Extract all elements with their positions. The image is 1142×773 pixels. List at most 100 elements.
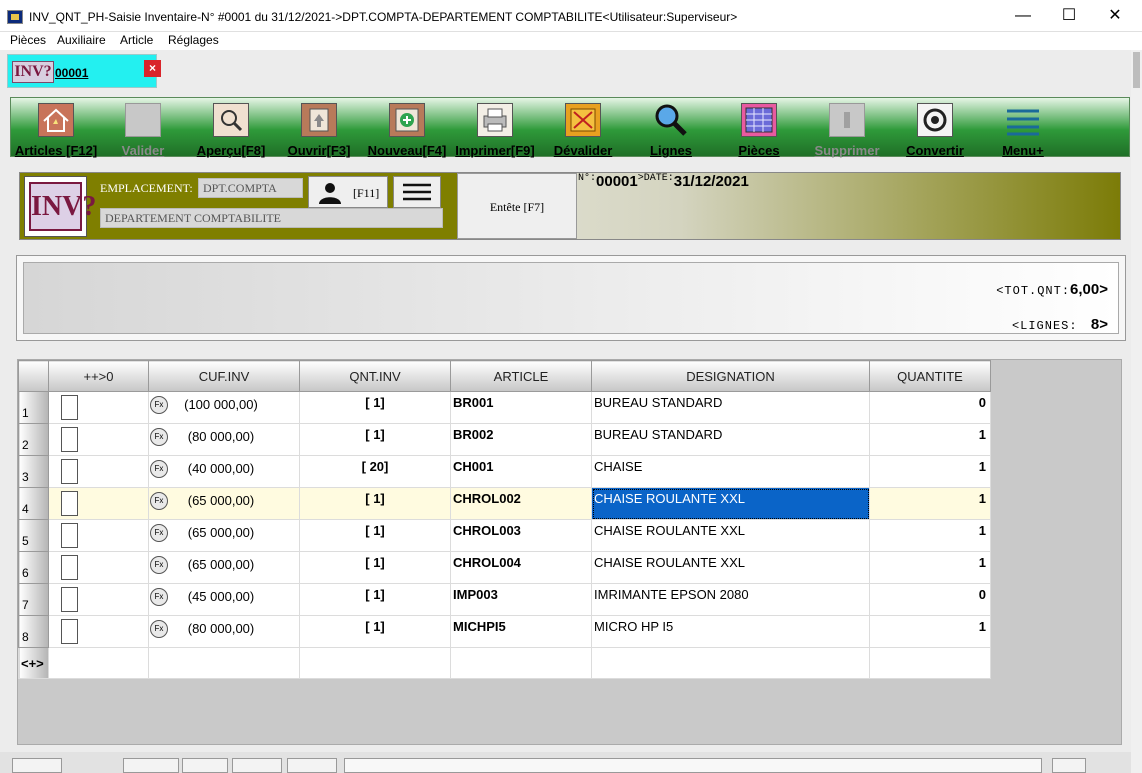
row-checkbox[interactable]: [61, 523, 78, 548]
menu-reglages[interactable]: Réglages: [168, 33, 219, 47]
quantite-cell[interactable]: 0: [869, 583, 991, 616]
minimize-button[interactable]: —: [1000, 0, 1046, 32]
article-cell[interactable]: BR002: [450, 423, 592, 456]
article-cell[interactable]: CHROL003: [450, 519, 592, 552]
qnt-inv-cell[interactable]: [ 1]: [299, 551, 451, 584]
document-tab-number[interactable]: 00001: [55, 66, 88, 80]
bottom-button-3[interactable]: [182, 758, 228, 773]
designation-cell[interactable]: CHAISE ROULANTE XXL: [591, 551, 870, 584]
qnt-inv-cell[interactable]: [ 1]: [299, 391, 451, 424]
table-row[interactable]: 3 Fx (40 000,00) [ 20] CH001 CHAISE 1: [18, 455, 991, 488]
add-row-button[interactable]: <+>: [18, 647, 49, 679]
cuf-inv-cell[interactable]: Fx (65 000,00): [148, 519, 300, 552]
quantite-cell[interactable]: 1: [869, 423, 991, 456]
article-cell[interactable]: IMP003: [450, 583, 592, 616]
designation-cell[interactable]: CHAISE ROULANTE XXL: [591, 487, 870, 520]
quantite-cell[interactable]: 1: [869, 519, 991, 552]
qnt-inv-cell[interactable]: [ 20]: [299, 455, 451, 488]
maximize-button[interactable]: ☐: [1046, 0, 1092, 32]
designation-cell[interactable]: BUREAU STANDARD: [591, 391, 870, 424]
fx-icon[interactable]: Fx: [150, 588, 168, 606]
ouvrir-button[interactable]: Ouvrir[F3]: [279, 103, 359, 158]
designation-cell[interactable]: IMRIMANTE EPSON 2080: [591, 583, 870, 616]
devalider-button[interactable]: Dévalider: [543, 103, 623, 158]
scrollbar-thumb[interactable]: [1133, 52, 1140, 88]
table-row[interactable]: 1 Fx (100 000,00) [ 1] BR001 BUREAU STANDARD 0: [18, 391, 991, 424]
column-header-designation[interactable]: DESIGNATION: [591, 360, 870, 392]
bottom-button-4[interactable]: [232, 758, 282, 773]
row-checkbox[interactable]: [61, 587, 78, 612]
menu-auxiliaire[interactable]: Auxiliaire: [57, 33, 106, 47]
emplacement-description-field[interactable]: DEPARTEMENT COMPTABILITE: [100, 208, 443, 228]
bottom-input[interactable]: [344, 758, 1042, 773]
row-number[interactable]: 8: [18, 615, 49, 648]
cuf-inv-cell[interactable]: Fx (65 000,00): [148, 487, 300, 520]
table-row[interactable]: 7 Fx (45 000,00) [ 1] IMP003 IMRIMANTE EPSON …: [18, 583, 991, 616]
fx-icon[interactable]: Fx: [150, 556, 168, 574]
cuf-inv-cell[interactable]: Fx (45 000,00): [148, 583, 300, 616]
qnt-inv-cell[interactable]: [ 1]: [299, 519, 451, 552]
lignes-button[interactable]: Lignes: [631, 103, 711, 158]
row-number[interactable]: 7: [18, 583, 49, 616]
designation-cell[interactable]: CHAISE: [591, 455, 870, 488]
header-menu-button[interactable]: [393, 176, 441, 208]
menu-article[interactable]: Article: [120, 33, 153, 47]
row-number[interactable]: 6: [18, 551, 49, 584]
designation-cell[interactable]: MICRO HP I5: [591, 615, 870, 648]
valider-button[interactable]: Valider: [103, 103, 183, 158]
close-window-button[interactable]: ✕: [1092, 0, 1138, 32]
column-header-toggle[interactable]: ++>0: [48, 360, 149, 392]
barcode-button[interactable]: [287, 758, 337, 773]
bottom-slider-button[interactable]: [1052, 758, 1086, 773]
supprimer-button[interactable]: Supprimer: [807, 103, 887, 158]
article-cell[interactable]: BR001: [450, 391, 592, 424]
emplacement-field[interactable]: DPT.COMPTA: [198, 178, 303, 198]
cuf-inv-cell[interactable]: Fx (65 000,00): [148, 551, 300, 584]
qnt-inv-cell[interactable]: [ 1]: [299, 583, 451, 616]
fx-icon[interactable]: Fx: [150, 428, 168, 446]
table-row[interactable]: 6 Fx (65 000,00) [ 1] CHROL004 CHAISE ROULANT…: [18, 551, 991, 584]
apercu-button[interactable]: Aperçu[F8]: [191, 103, 271, 158]
row-checkbox[interactable]: [61, 395, 78, 420]
column-header-cuf-inv[interactable]: CUF.INV: [148, 360, 300, 392]
row-checkbox[interactable]: [61, 491, 78, 516]
fx-icon[interactable]: Fx: [150, 396, 168, 414]
menu-pieces[interactable]: Pièces: [10, 33, 46, 47]
convertir-button[interactable]: Convertir: [895, 103, 975, 158]
fx-icon[interactable]: Fx: [150, 524, 168, 542]
qnt-inv-cell[interactable]: [ 1]: [299, 615, 451, 648]
qnt-inv-cell[interactable]: [ 1]: [299, 487, 451, 520]
cuf-inv-cell[interactable]: Fx (40 000,00): [148, 455, 300, 488]
article-cell[interactable]: CHROL002: [450, 487, 592, 520]
entete-button[interactable]: Entête [F7]: [457, 173, 577, 239]
row-checkbox[interactable]: [61, 619, 78, 644]
quantite-cell[interactable]: 1: [869, 551, 991, 584]
imprimer-button[interactable]: Imprimer[F9]: [455, 103, 535, 158]
close-tab-icon[interactable]: ×: [144, 60, 161, 77]
row-number[interactable]: 5: [18, 519, 49, 552]
quantite-cell[interactable]: 0: [869, 391, 991, 424]
column-header-quantite[interactable]: QUANTITE: [869, 360, 991, 392]
pieces-button[interactable]: Pièces: [719, 103, 799, 158]
row-number[interactable]: 2: [18, 423, 49, 456]
bottom-menu-button[interactable]: [12, 758, 62, 773]
row-checkbox[interactable]: [61, 427, 78, 452]
row-number[interactable]: 4: [18, 487, 49, 520]
quantite-cell[interactable]: 1: [869, 455, 991, 488]
quantite-cell[interactable]: 1: [869, 487, 991, 520]
row-number[interactable]: 1: [18, 391, 49, 424]
vertical-scrollbar[interactable]: [1131, 50, 1142, 773]
designation-cell[interactable]: BUREAU STANDARD: [591, 423, 870, 456]
row-number[interactable]: 3: [18, 455, 49, 488]
cuf-inv-cell[interactable]: Fx (100 000,00): [148, 391, 300, 424]
bottom-button-2[interactable]: [123, 758, 179, 773]
menu-plus-button[interactable]: Menu+: [983, 103, 1063, 158]
fx-icon[interactable]: Fx: [150, 492, 168, 510]
cuf-inv-cell[interactable]: Fx (80 000,00): [148, 423, 300, 456]
user-button[interactable]: [F11]: [308, 176, 388, 208]
row-checkbox[interactable]: [61, 555, 78, 580]
article-cell[interactable]: CHROL004: [450, 551, 592, 584]
cuf-inv-cell[interactable]: Fx (80 000,00): [148, 615, 300, 648]
table-row[interactable]: 8 Fx (80 000,00) [ 1] MICHPI5 MICRO HP I5 1: [18, 615, 991, 648]
articles-button[interactable]: Articles [F12]: [15, 103, 97, 158]
